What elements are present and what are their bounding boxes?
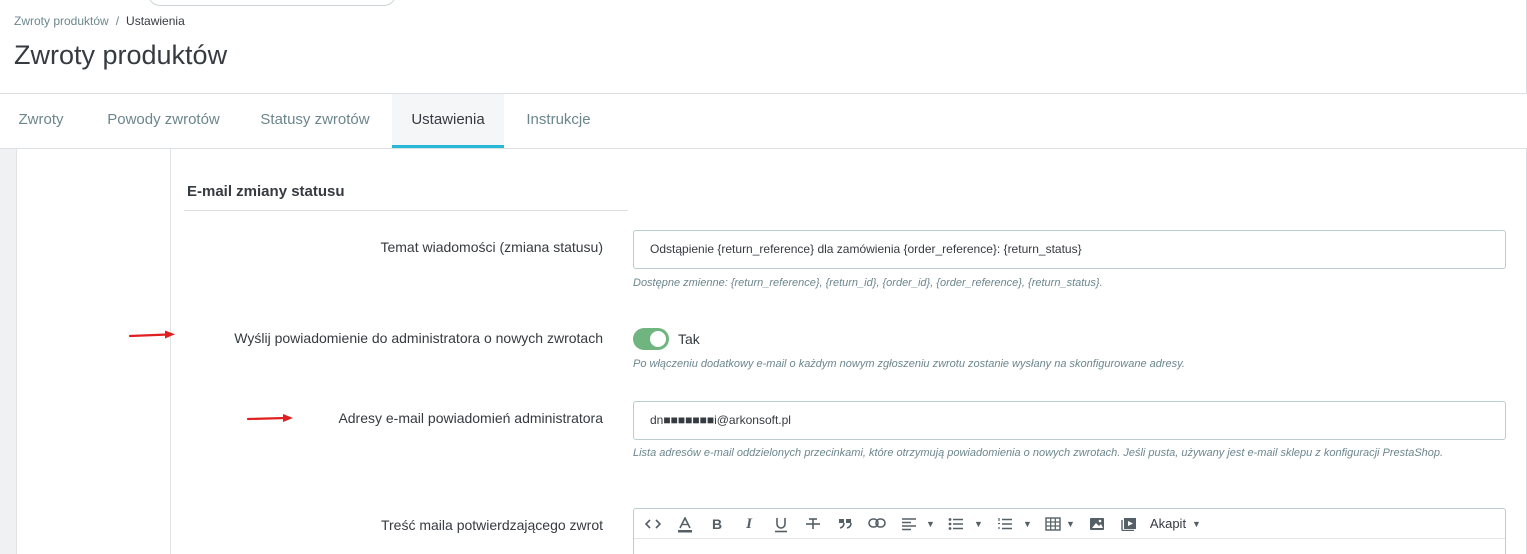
- confirmation-body-label: Treść maila potwierdzającego zwrot: [380, 517, 603, 533]
- breadcrumb-current: Ustawienia: [126, 14, 185, 28]
- section-divider: [184, 210, 628, 211]
- settings-side-panel: [16, 149, 171, 554]
- paragraph-format-dropdown[interactable]: Akapit: [1148, 512, 1188, 536]
- breadcrumb-separator: /: [115, 14, 120, 28]
- tab-returns[interactable]: Zwroty: [0, 94, 82, 148]
- toggle-knob: [650, 331, 666, 347]
- paragraph-format-caret-icon[interactable]: ▼: [1192, 512, 1201, 536]
- ordered-list-caret-icon[interactable]: ▼: [1023, 512, 1032, 536]
- video-icon[interactable]: [1118, 512, 1140, 536]
- notify-admin-toggle-label: Tak: [678, 331, 700, 347]
- unordered-list-caret-icon[interactable]: ▼: [974, 512, 983, 536]
- rich-text-editor[interactable]: B I ▼ ▼ ▼ ▼ Akapit ▼: [633, 508, 1506, 554]
- strikethrough-icon[interactable]: [802, 512, 824, 536]
- subject-input[interactable]: Odstąpienie {return_reference} dla zamów…: [633, 230, 1506, 269]
- table-caret-icon[interactable]: ▼: [1066, 512, 1075, 536]
- content-gutter: [0, 149, 16, 554]
- editor-toolbar: B I ▼ ▼ ▼ ▼ Akapit ▼: [634, 509, 1505, 539]
- admin-emails-label: Adresy e-mail powiadomień administratora: [338, 410, 603, 426]
- tab-instructions[interactable]: Instrukcje: [511, 94, 606, 148]
- bold-icon[interactable]: B: [706, 512, 728, 536]
- breadcrumb: Zwroty produktów / Ustawienia: [14, 14, 185, 28]
- tab-bar: Zwroty Powody zwrotów Statusy zwrotów Us…: [0, 93, 1527, 149]
- section-title: E-mail zmiany statusu: [187, 183, 345, 200]
- tab-return-statuses[interactable]: Statusy zwrotów: [247, 94, 383, 148]
- page-title: Zwroty produktów: [14, 40, 228, 70]
- notify-admin-label: Wyślij powiadomienie do administratora o…: [234, 330, 603, 346]
- image-icon[interactable]: [1086, 512, 1108, 536]
- breadcrumb-parent-link[interactable]: Zwroty produktów: [14, 14, 109, 28]
- table-icon[interactable]: [1042, 512, 1064, 536]
- subject-label: Temat wiadomości (zmiana statusu): [380, 239, 603, 255]
- blockquote-icon[interactable]: [834, 512, 856, 536]
- underline-icon[interactable]: [770, 512, 792, 536]
- admin-emails-input[interactable]: dn■■■■■■■i@arkonsoft.pl: [633, 401, 1506, 440]
- link-icon[interactable]: [866, 512, 888, 536]
- tab-return-reasons[interactable]: Powody zwrotów: [92, 94, 235, 148]
- font-color-icon[interactable]: [674, 512, 696, 536]
- italic-icon[interactable]: I: [738, 512, 760, 536]
- search-field[interactable]: [148, 0, 396, 6]
- ordered-list-icon[interactable]: [994, 512, 1016, 536]
- align-icon[interactable]: [898, 512, 920, 536]
- annotation-arrow-icon: [246, 414, 293, 422]
- align-dropdown-caret-icon[interactable]: ▼: [926, 512, 935, 536]
- tab-settings[interactable]: Ustawienia: [392, 94, 504, 148]
- subject-help-text: Dostępne zmienne: {return_reference}, {r…: [633, 277, 1103, 289]
- notify-admin-help-text: Po włączeniu dodatkowy e-mail o każdym n…: [633, 358, 1185, 370]
- annotation-arrow-icon: [128, 330, 175, 339]
- notify-admin-toggle[interactable]: [633, 328, 669, 350]
- code-view-icon[interactable]: [642, 512, 664, 536]
- unordered-list-icon[interactable]: [945, 512, 967, 536]
- admin-emails-help-text: Lista adresów e-mail oddzielonych przeci…: [633, 447, 1444, 459]
